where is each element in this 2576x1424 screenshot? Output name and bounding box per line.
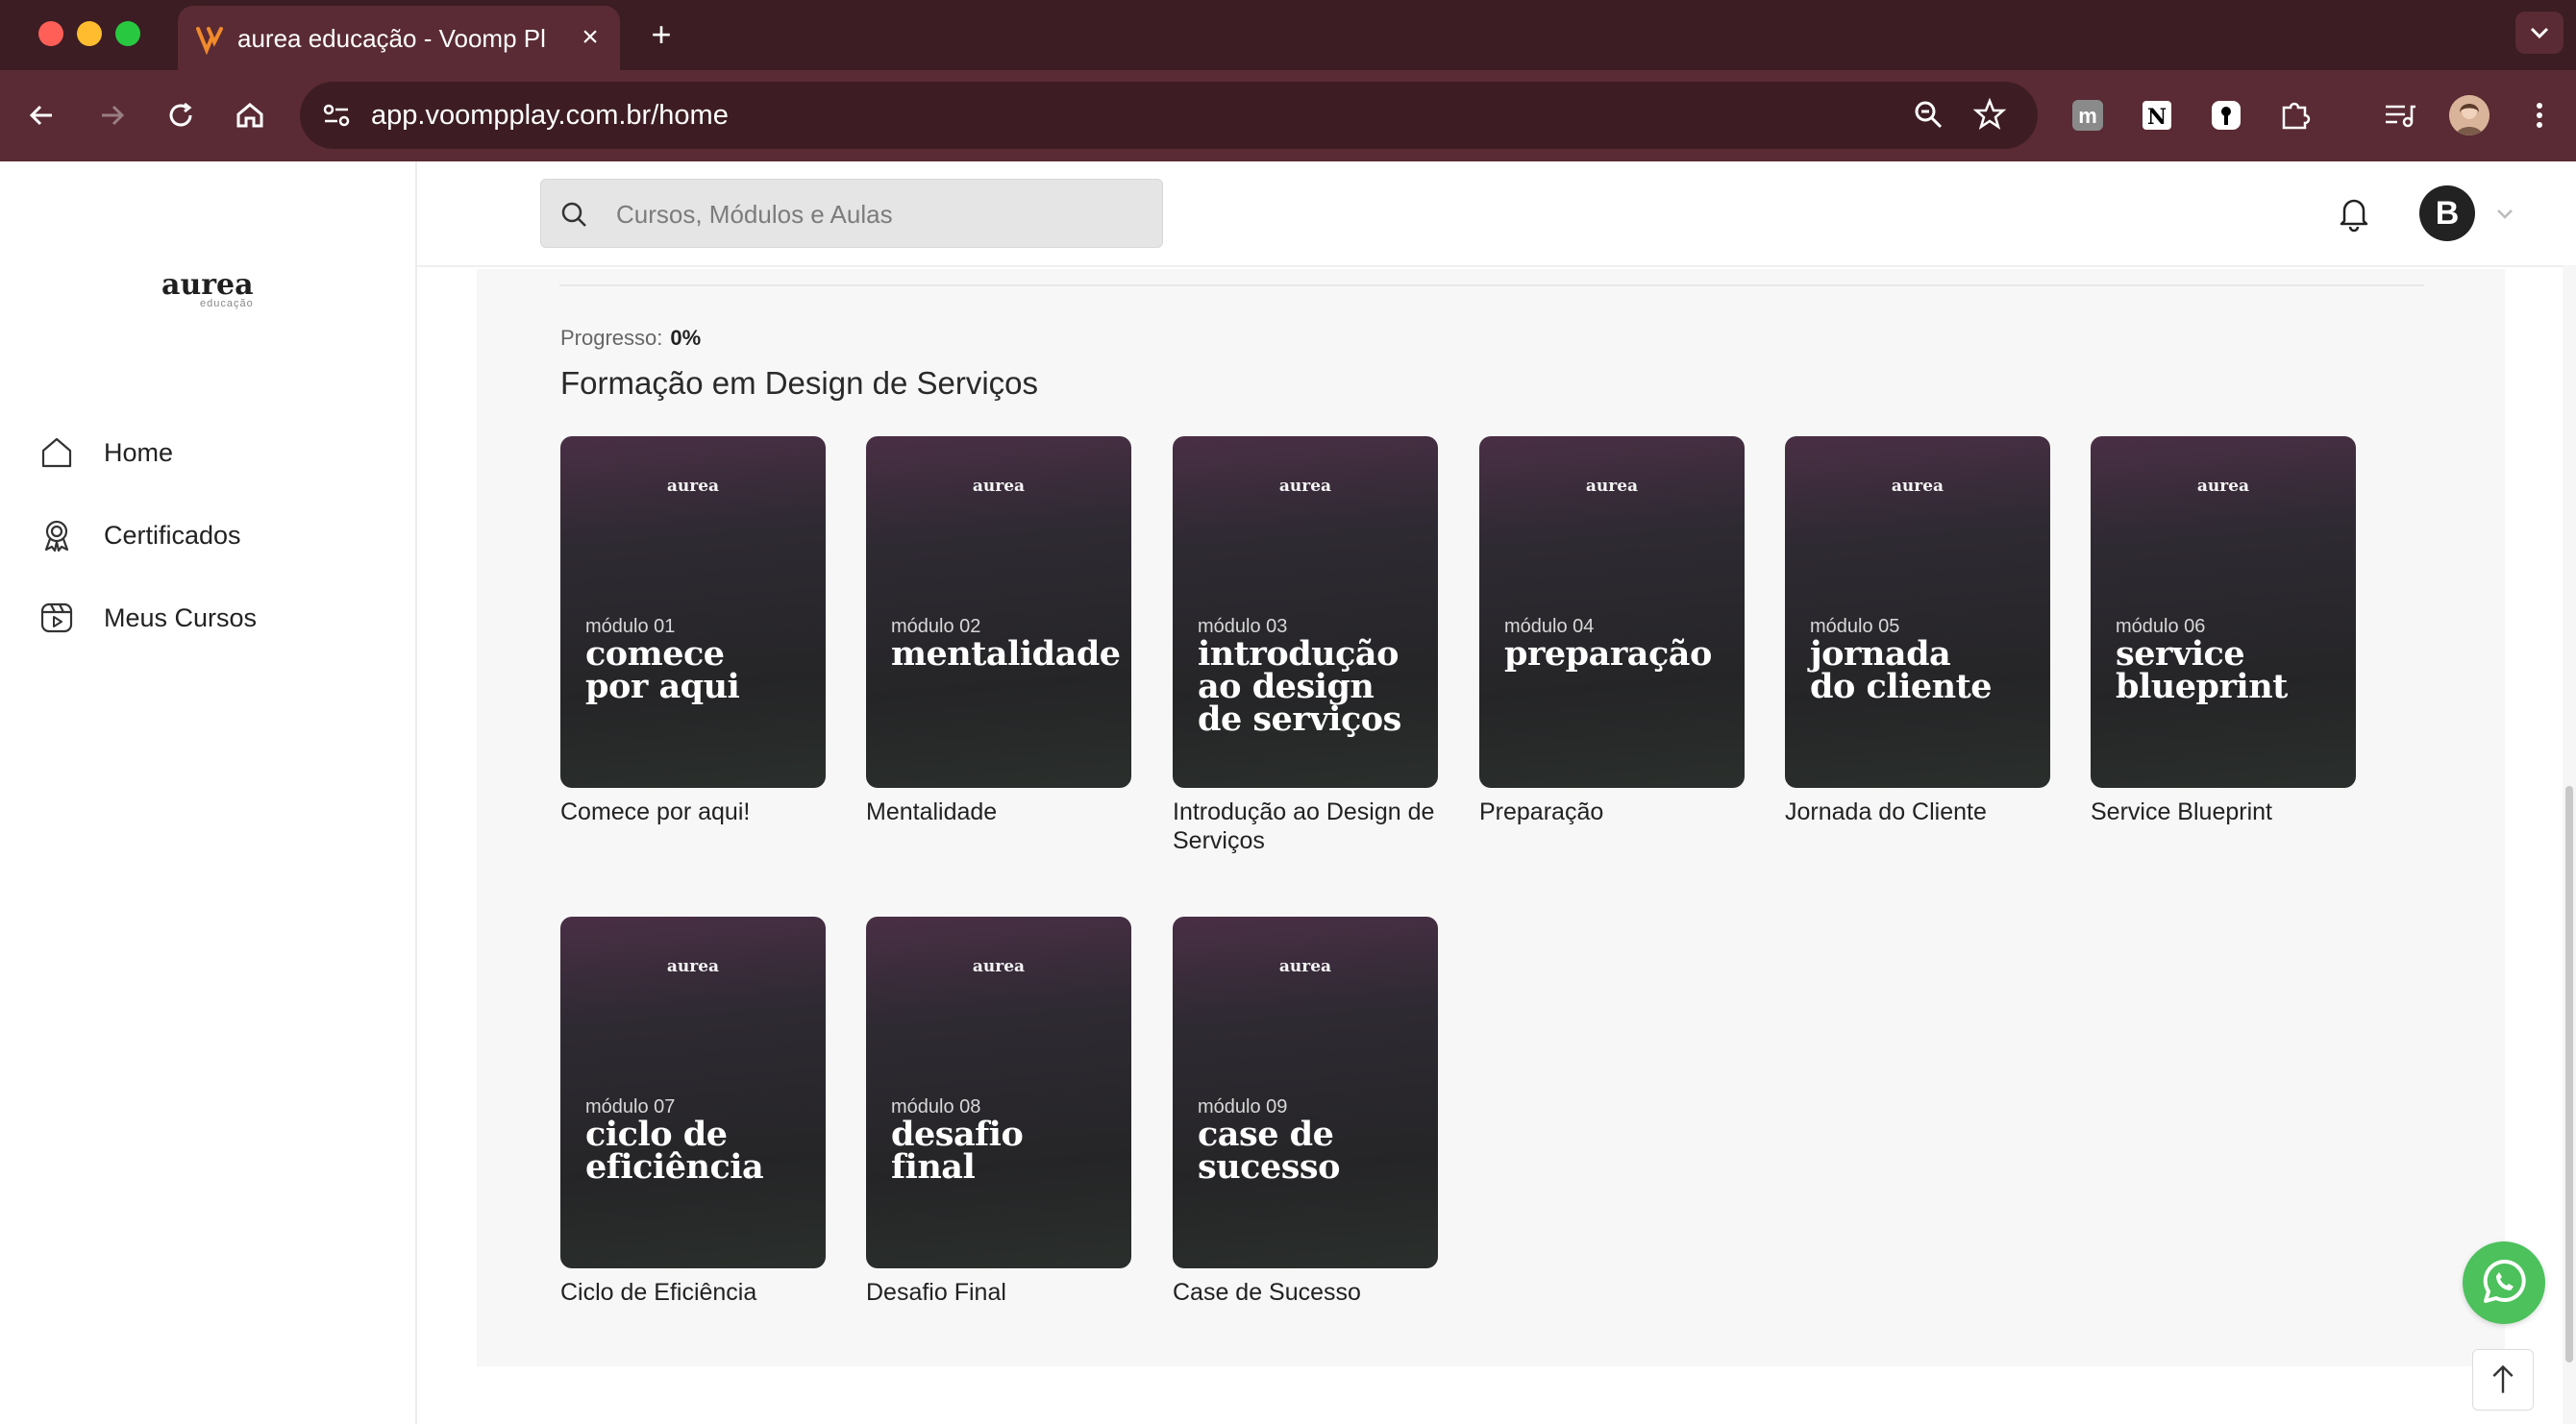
module-thumbnail-title: comece por aqui xyxy=(585,634,740,706)
maximize-window-button[interactable] xyxy=(115,21,140,46)
course-title: Formação em Design de Serviços xyxy=(560,365,1039,401)
close-window-button[interactable] xyxy=(38,21,63,46)
module-title[interactable]: Preparação xyxy=(1479,798,1758,826)
reload-icon[interactable] xyxy=(161,96,200,135)
module-thumbnail-title: service blueprint xyxy=(2116,634,2288,706)
sidebar-item-certificados[interactable]: Certificados xyxy=(38,511,394,559)
module-thumbnail[interactable]: aurea módulo 04 preparação xyxy=(1479,436,1745,788)
aurea-logo[interactable]: aurea educação xyxy=(161,269,258,317)
module-title[interactable]: Jornada do Cliente xyxy=(1785,798,2064,826)
top-header: B xyxy=(417,161,2576,267)
page: aurea educação Home Certificados Meus Cu xyxy=(0,161,2576,1424)
progress-label: Progresso: xyxy=(560,326,663,350)
module-title[interactable]: Mentalidade xyxy=(866,798,1145,826)
module-thumbnail-title: preparação xyxy=(1504,634,1712,674)
module-title[interactable]: Comece por aqui! xyxy=(560,798,839,826)
user-avatar[interactable]: B xyxy=(2419,185,2475,241)
module-thumbnail[interactable]: aurea módulo 01 comece por aqui xyxy=(560,436,826,788)
module-title[interactable]: Service Blueprint xyxy=(2091,798,2369,826)
bell-icon[interactable] xyxy=(2337,194,2371,233)
site-info-icon[interactable] xyxy=(319,98,354,133)
home-browser-icon[interactable] xyxy=(231,96,269,135)
module-title[interactable]: Ciclo de Eficiência xyxy=(560,1278,839,1307)
url-text: app.voompplay.com.br/home xyxy=(371,100,729,131)
progress-value: 0% xyxy=(670,326,702,350)
forward-arrow-icon[interactable] xyxy=(92,96,131,135)
module-thumbnail-title: introdução ao design de serviços xyxy=(1198,634,1401,739)
browser-menu-icon[interactable] xyxy=(2520,96,2559,135)
arrow-up-icon xyxy=(2492,1364,2514,1393)
module-title[interactable]: Case de Sucesso xyxy=(1173,1278,1451,1307)
thumbnail-logo: aurea xyxy=(972,957,1026,976)
thumbnail-logo: aurea xyxy=(666,957,720,976)
module-thumbnail-title: jornada do cliente xyxy=(1810,634,1993,706)
media-queue-icon[interactable] xyxy=(2380,96,2418,135)
module-thumbnail-title: case de sucesso xyxy=(1198,1115,1340,1187)
new-tab-icon[interactable]: + xyxy=(644,17,679,52)
divider xyxy=(559,284,2424,286)
sidebar-item-label: Meus Cursos xyxy=(104,603,258,632)
home-icon xyxy=(41,437,72,468)
thumbnail-logo: aurea xyxy=(1278,477,1332,496)
browser-tab-active[interactable]: aurea educação - Voomp Play × xyxy=(178,6,620,70)
sidebar: aurea educação Home Certificados Meus Cu xyxy=(0,161,417,1424)
browser-tab-bar: aurea educação - Voomp Play × + xyxy=(0,0,2576,70)
address-bar[interactable]: app.voompplay.com.br/home xyxy=(300,82,2038,149)
thumbnail-logo: aurea xyxy=(972,477,1026,496)
search-box[interactable] xyxy=(540,179,1163,248)
search-input[interactable] xyxy=(614,193,1137,235)
certificate-icon xyxy=(44,520,69,552)
thumbnail-logo: aurea xyxy=(1891,477,1944,496)
svg-text:m: m xyxy=(2078,104,2097,128)
minimize-window-button[interactable] xyxy=(77,21,102,46)
browser-toolbar: app.voompplay.com.br/home m N xyxy=(0,70,2576,161)
whatsapp-button[interactable] xyxy=(2463,1241,2545,1324)
whatsapp-icon xyxy=(2483,1260,2526,1303)
scroll-to-top-button[interactable] xyxy=(2472,1349,2534,1411)
search-icon xyxy=(561,202,586,227)
module-thumbnail[interactable]: aurea módulo 02 mentalidade xyxy=(866,436,1131,788)
extensions-puzzle-icon[interactable] xyxy=(2276,96,2315,135)
notion-extension-icon[interactable]: N xyxy=(2138,96,2176,135)
sidebar-item-meus-cursos[interactable]: Meus Cursos xyxy=(38,594,394,642)
voomp-favicon-icon xyxy=(196,27,223,56)
svg-text:N: N xyxy=(2147,105,2167,130)
tab-search-button[interactable] xyxy=(2515,12,2564,54)
logo-text: aurea xyxy=(161,268,254,302)
module-thumbnail[interactable]: aurea módulo 05 jornada do cliente xyxy=(1785,436,2050,788)
profile-avatar[interactable] xyxy=(2449,95,2489,135)
tab-title: aurea educação - Voomp Play xyxy=(237,24,545,53)
profile-photo-icon xyxy=(2449,95,2489,135)
thumbnail-logo: aurea xyxy=(1278,957,1332,976)
thumbnail-logo: aurea xyxy=(2196,477,2250,496)
back-arrow-icon[interactable] xyxy=(23,96,62,135)
logo-subtext: educação xyxy=(200,298,254,309)
zoom-icon[interactable] xyxy=(1911,97,1945,132)
sidebar-item-home[interactable]: Home xyxy=(38,429,394,477)
progress-indicator: Progresso: 0% xyxy=(560,325,701,352)
module-title[interactable]: Desafio Final xyxy=(866,1278,1145,1307)
extension-m-icon[interactable]: m xyxy=(2068,96,2107,135)
courses-icon xyxy=(40,602,73,633)
bookmark-star-icon[interactable] xyxy=(1972,97,2007,132)
module-thumbnail-title: ciclo de eficiência xyxy=(585,1115,764,1187)
chevron-down-icon[interactable] xyxy=(2495,204,2514,223)
scrollbar-thumb[interactable] xyxy=(2565,786,2573,1363)
sidebar-item-label: Home xyxy=(104,438,174,467)
thumbnail-logo: aurea xyxy=(1585,477,1639,496)
module-thumbnail-title: mentalidade xyxy=(891,634,1121,674)
thumbnail-logo: aurea xyxy=(666,477,720,496)
module-thumbnail[interactable]: aurea módulo 07 ciclo de eficiência xyxy=(560,917,826,1268)
module-thumbnail[interactable]: aurea módulo 06 service blueprint xyxy=(2091,436,2356,788)
password-extension-icon[interactable] xyxy=(2207,96,2245,135)
sidebar-item-label: Certificados xyxy=(104,521,241,550)
module-thumbnail[interactable]: aurea módulo 08 desafio final xyxy=(866,917,1131,1268)
close-tab-icon[interactable]: × xyxy=(574,21,607,54)
module-thumbnail-title: desafio final xyxy=(891,1115,1024,1187)
module-thumbnail[interactable]: aurea módulo 03 introdução ao design de … xyxy=(1173,436,1438,788)
module-title[interactable]: Introdução ao Design de Serviços xyxy=(1173,798,1451,855)
module-thumbnail[interactable]: aurea módulo 09 case de sucesso xyxy=(1173,917,1438,1268)
chevron-down-icon xyxy=(2530,27,2549,39)
course-section: Progresso: 0% Formação em Design de Servi… xyxy=(477,269,2505,1366)
